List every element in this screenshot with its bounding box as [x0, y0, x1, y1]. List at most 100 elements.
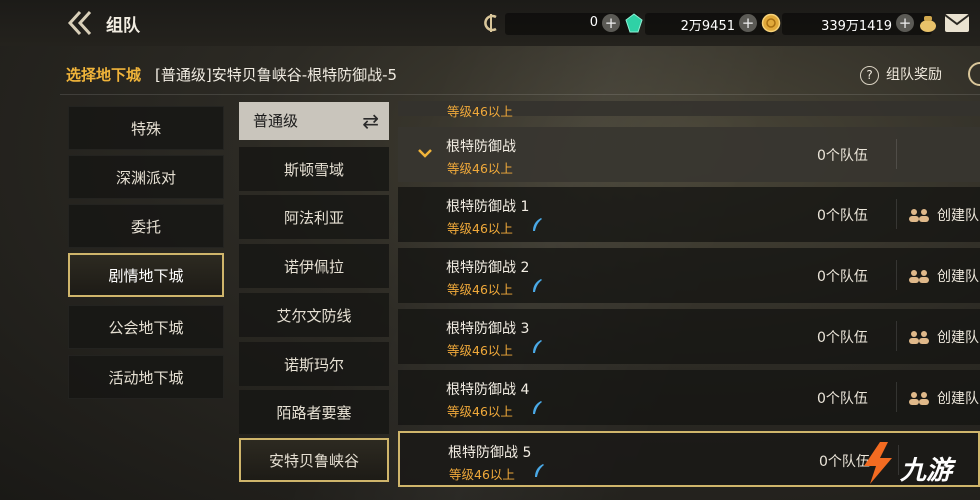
level-requirement: 等级46以上	[447, 404, 513, 419]
dungeon-row[interactable]: 根特防御战 3 等级46以上 0个队伍 创建队	[398, 309, 980, 364]
list-item-partial[interactable]: 等级46以上	[398, 101, 980, 119]
zone-label: 阿法利亚	[283, 208, 344, 227]
dungeon-row[interactable]: 根特防御战 1 等级46以上 0个队伍 创建队	[398, 187, 980, 242]
nine-game-logo-icon	[864, 442, 892, 484]
add-gem-button[interactable]: +	[602, 14, 620, 32]
create-team-label: 创建队	[937, 208, 979, 224]
zone-label: 诺斯玛尔	[283, 355, 344, 374]
feather-icon	[533, 340, 542, 353]
category-label: 委托	[130, 217, 161, 236]
watermark-text: 九游	[900, 456, 953, 486]
currency-gem-value: 0	[589, 15, 598, 30]
mail-icon	[944, 14, 970, 32]
team-count: 0个队伍	[817, 269, 868, 285]
divider	[896, 382, 897, 412]
dungeon-name: 根特防御战 4	[446, 382, 530, 398]
category-label: 特殊	[130, 119, 161, 138]
create-team-label: 创建队	[937, 391, 979, 407]
watermark-logo: 九游	[858, 440, 980, 496]
category-label: 剧情地下城	[108, 266, 184, 285]
zone-label: 诺伊佩拉	[283, 257, 344, 276]
add-money-button[interactable]: +	[896, 14, 914, 32]
dungeon-name: 根特防御战 3	[446, 321, 530, 337]
category-commission[interactable]: 委托	[68, 204, 224, 248]
chevron-down-icon	[418, 149, 432, 158]
level-requirement: 等级46以上	[447, 104, 513, 119]
feather-icon	[533, 279, 542, 292]
money-bag-icon	[920, 16, 936, 32]
create-team-button[interactable]: 创建队	[908, 205, 979, 225]
create-team-button[interactable]: 创建队	[908, 388, 979, 408]
category-special[interactable]: 特殊	[68, 106, 224, 150]
page-title: 组队	[106, 16, 140, 36]
zone-item[interactable]: 诺斯玛尔	[239, 342, 389, 386]
category-event-dungeon[interactable]: 活动地下城	[68, 355, 224, 399]
refresh-currency-icon[interactable]	[481, 12, 503, 34]
difficulty-selector[interactable]: 普通级 ⇄	[239, 102, 389, 140]
divider	[60, 94, 980, 95]
currency-gold-value: 2万9451	[680, 19, 735, 34]
selected-dungeon-name: [普通级]安特贝鲁峡谷-根特防御战-5	[155, 66, 398, 84]
dungeon-row[interactable]: 根特防御战 4 等级46以上 0个队伍 创建队	[398, 370, 980, 425]
party-reward-button[interactable]: ? 组队奖励	[860, 64, 942, 85]
team-count: 0个队伍	[817, 391, 868, 407]
dungeon-name: 根特防御战 5	[448, 445, 532, 461]
feather-icon	[533, 401, 542, 414]
category-abyss-party[interactable]: 深渊派对	[68, 155, 224, 199]
zone-item-selected[interactable]: 安特贝鲁峡谷	[239, 438, 389, 482]
select-dungeon-label: 选择地下城	[66, 66, 142, 84]
create-team-button[interactable]: 创建队	[908, 327, 979, 347]
currency-money-value: 339万1419	[821, 19, 892, 34]
team-count: 0个队伍	[817, 330, 868, 346]
currency-gem: 0 +	[505, 13, 643, 35]
zone-label: 艾尔文防线	[276, 306, 352, 325]
people-icon	[909, 392, 929, 405]
add-gold-button[interactable]: +	[739, 14, 757, 32]
dungeon-name: 根特防御战 1	[446, 199, 530, 215]
category-story-dungeon[interactable]: 剧情地下城	[68, 253, 224, 297]
dungeon-name: 根特防御战 2	[446, 260, 530, 276]
zone-label: 安特贝鲁峡谷	[268, 451, 359, 470]
zone-item[interactable]: 陌路者要塞	[239, 390, 389, 434]
category-guild-dungeon[interactable]: 公会地下城	[68, 305, 224, 349]
party-reward-label: 组队奖励	[886, 67, 942, 83]
people-icon	[909, 270, 929, 283]
divider	[896, 260, 897, 290]
feather-icon	[535, 464, 544, 477]
level-requirement: 等级46以上	[447, 282, 513, 297]
gem-icon	[625, 13, 643, 33]
create-team-label: 创建队	[937, 330, 979, 346]
divider	[896, 139, 897, 169]
gold-coin-icon	[761, 13, 781, 33]
level-requirement: 等级46以上	[447, 343, 513, 358]
difficulty-label: 普通级	[253, 112, 299, 130]
dungeon-row[interactable]: 根特防御战 2 等级46以上 0个队伍 创建队	[398, 248, 980, 303]
level-requirement: 等级46以上	[449, 467, 515, 482]
top-bar: 组队 0 + 2万9451 + 339万1419 +	[0, 0, 980, 46]
zone-item[interactable]: 阿法利亚	[239, 195, 389, 239]
divider	[896, 199, 897, 229]
dungeon-group-header[interactable]: 根特防御战 等级46以上 0个队伍	[398, 127, 980, 182]
currency-gold: 2万9451 +	[645, 13, 781, 35]
zone-item[interactable]: 诺伊佩拉	[239, 244, 389, 288]
back-button[interactable]	[66, 8, 98, 38]
zone-item[interactable]: 艾尔文防线	[239, 293, 389, 337]
zone-item[interactable]: 斯顿雪域	[239, 147, 389, 191]
zone-label: 斯顿雪域	[283, 160, 344, 179]
zone-label: 陌路者要塞	[276, 403, 352, 422]
category-label: 活动地下城	[108, 368, 184, 387]
mail-button[interactable]	[944, 13, 970, 33]
divider	[896, 321, 897, 351]
people-icon	[909, 209, 929, 222]
search-icon[interactable]	[968, 62, 980, 86]
back-arrow-icon	[67, 10, 92, 36]
create-team-label: 创建队	[937, 269, 979, 285]
help-icon: ?	[860, 66, 879, 85]
create-team-button[interactable]: 创建队	[908, 266, 979, 286]
feather-icon	[533, 218, 542, 231]
category-label: 深渊派对	[115, 168, 176, 187]
currency-money: 339万1419 +	[782, 13, 936, 35]
category-label: 公会地下城	[108, 318, 184, 337]
level-requirement: 等级46以上	[447, 221, 513, 236]
people-icon	[909, 331, 929, 344]
